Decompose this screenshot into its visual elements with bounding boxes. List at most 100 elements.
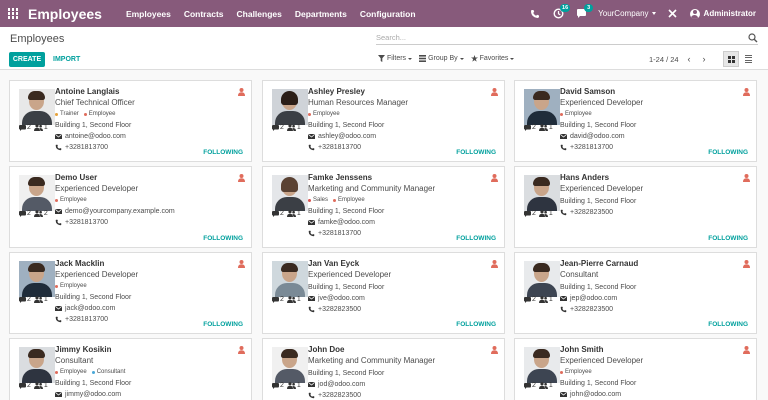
following-button[interactable]: FOLLOWING	[456, 321, 496, 328]
message-counter[interactable]: 2	[272, 124, 284, 131]
employee-email[interactable]: demo@yourcompany.example.com	[55, 208, 175, 215]
menu-item-contracts[interactable]: Contracts	[184, 9, 224, 19]
employee-card[interactable]: 2 1 John Doe Marketing and Community Man…	[262, 338, 505, 400]
follower-counter[interactable]: 1	[33, 382, 48, 389]
follower-counter[interactable]: 1	[33, 296, 48, 303]
employee-name[interactable]: Jack Macklin	[55, 259, 104, 268]
employee-phone[interactable]: +3282823500	[560, 209, 613, 216]
message-counter[interactable]: 2	[272, 296, 284, 303]
employee-card[interactable]: 2 1 Hans Anders Experienced Developer Bu…	[514, 166, 757, 248]
message-counter[interactable]: 2	[19, 210, 31, 217]
employee-card[interactable]: 2 1 Antoine Langlais Chief Technical Off…	[9, 80, 252, 162]
employee-email[interactable]: jimmy@odoo.com	[55, 391, 121, 398]
following-button[interactable]: FOLLOWING	[456, 149, 496, 156]
create-button[interactable]: CREATE	[9, 52, 45, 67]
list-view-button[interactable]	[740, 51, 756, 67]
app-title[interactable]: Employees	[28, 6, 102, 22]
following-button[interactable]: FOLLOWING	[708, 149, 748, 156]
pager-next-icon[interactable]: ›	[698, 53, 710, 65]
employee-card[interactable]: 2 2 Demo User Experienced Developer Empl…	[9, 166, 252, 248]
import-button[interactable]: IMPORT	[49, 52, 84, 67]
menu-item-challenges[interactable]: Challenges	[237, 9, 282, 19]
message-counter[interactable]: 2	[19, 124, 31, 131]
phone-icon[interactable]	[529, 8, 541, 20]
employee-card[interactable]: 2 1 John Smith Experienced Developer Emp…	[514, 338, 757, 400]
follower-counter[interactable]: 1	[538, 382, 553, 389]
follower-counter[interactable]: 1	[286, 382, 301, 389]
follower-counter[interactable]: 2	[33, 210, 48, 217]
following-button[interactable]: FOLLOWING	[203, 235, 243, 242]
message-counter[interactable]: 2	[524, 382, 536, 389]
follower-counter[interactable]: 1	[538, 296, 553, 303]
follower-counter[interactable]: 1	[286, 124, 301, 131]
employee-phone[interactable]: +3282823500	[560, 306, 613, 313]
employee-card[interactable]: 2 1 Famke Jenssens Marketing and Communi…	[262, 166, 505, 248]
employee-email[interactable]: jod@odoo.com	[308, 381, 365, 388]
employee-email[interactable]: famke@odoo.com	[308, 219, 375, 226]
employee-phone[interactable]: +3281813700	[308, 144, 361, 151]
employee-name[interactable]: Demo User	[55, 173, 97, 182]
message-counter[interactable]: 2	[19, 296, 31, 303]
employee-email[interactable]: jack@odoo.com	[55, 305, 115, 312]
employee-name[interactable]: Jan Van Eyck	[308, 259, 359, 268]
activity-icon[interactable]: 16	[552, 3, 571, 20]
employee-email[interactable]: ashley@odoo.com	[308, 133, 376, 140]
employee-card[interactable]: 2 1 Jan Van Eyck Experienced Developer B…	[262, 252, 505, 334]
search-icon[interactable]	[748, 33, 758, 45]
employee-card[interactable]: 2 1 Jean-Pierre Carnaud Consultant Build…	[514, 252, 757, 334]
message-counter[interactable]: 2	[524, 124, 536, 131]
employee-name[interactable]: John Smith	[560, 345, 604, 354]
following-button[interactable]: FOLLOWING	[203, 149, 243, 156]
follower-counter[interactable]: 1	[538, 210, 553, 217]
following-button[interactable]: FOLLOWING	[708, 235, 748, 242]
debug-tools-icon[interactable]	[667, 8, 679, 20]
message-counter[interactable]: 2	[272, 210, 284, 217]
employee-email[interactable]: jep@odoo.com	[560, 295, 617, 302]
employee-phone[interactable]: +3281813700	[308, 230, 361, 237]
employee-email[interactable]: antoine@odoo.com	[55, 133, 126, 140]
employee-name[interactable]: Famke Jenssens	[308, 173, 372, 182]
employee-phone[interactable]: +3282823500	[308, 306, 361, 313]
favorites-dropdown[interactable]: Favorites	[470, 55, 515, 62]
employee-phone[interactable]: +3281813700	[55, 144, 108, 151]
employee-card[interactable]: 2 1 David Samson Experienced Developer E…	[514, 80, 757, 162]
message-counter[interactable]: 2	[19, 382, 31, 389]
kanban-view-button[interactable]	[723, 51, 739, 67]
employee-card[interactable]: 2 1 Ashley Presley Human Resources Manag…	[262, 80, 505, 162]
search-input[interactable]	[376, 33, 736, 42]
message-counter[interactable]: 2	[272, 382, 284, 389]
employee-name[interactable]: Hans Anders	[560, 173, 609, 182]
employee-phone[interactable]: +3282823500	[308, 392, 361, 399]
employee-phone[interactable]: +3281813700	[560, 144, 613, 151]
filters-dropdown[interactable]: Filters	[378, 55, 413, 62]
menu-item-configuration[interactable]: Configuration	[360, 9, 416, 19]
employee-email[interactable]: david@odoo.com	[560, 133, 625, 140]
employee-name[interactable]: Ashley Presley	[308, 87, 365, 96]
message-counter[interactable]: 2	[524, 210, 536, 217]
menu-item-departments[interactable]: Departments	[295, 9, 347, 19]
employee-card[interactable]: 2 1 Jimmy Kosikin Consultant Employee Con…	[9, 338, 252, 400]
following-button[interactable]: FOLLOWING	[203, 321, 243, 328]
follower-counter[interactable]: 1	[33, 124, 48, 131]
message-counter[interactable]: 2	[524, 296, 536, 303]
messaging-icon[interactable]: 3	[575, 3, 594, 20]
menu-item-employees[interactable]: Employees	[126, 9, 171, 19]
employee-card[interactable]: 2 1 Jack Macklin Experienced Developer E…	[9, 252, 252, 334]
follower-counter[interactable]: 1	[286, 210, 301, 217]
groupby-dropdown[interactable]: Group By	[419, 55, 464, 62]
employee-phone[interactable]: +3281813700	[55, 219, 108, 226]
employee-name[interactable]: Jimmy Kosikin	[55, 345, 111, 354]
following-button[interactable]: FOLLOWING	[708, 321, 748, 328]
employee-name[interactable]: John Doe	[308, 345, 344, 354]
pager-previous-icon[interactable]: ‹	[683, 53, 695, 65]
employee-phone[interactable]: +3281813700	[55, 316, 108, 323]
follower-counter[interactable]: 1	[286, 296, 301, 303]
following-button[interactable]: FOLLOWING	[456, 235, 496, 242]
employee-email[interactable]: jve@odoo.com	[308, 295, 365, 302]
follower-counter[interactable]: 1	[538, 124, 553, 131]
pager-value[interactable]: 1-24 / 24	[649, 55, 679, 64]
user-menu[interactable]: Administrator	[689, 8, 756, 19]
employee-name[interactable]: David Samson	[560, 87, 615, 96]
company-switcher[interactable]: YourCompany	[598, 9, 656, 18]
employee-name[interactable]: Antoine Langlais	[55, 87, 119, 96]
